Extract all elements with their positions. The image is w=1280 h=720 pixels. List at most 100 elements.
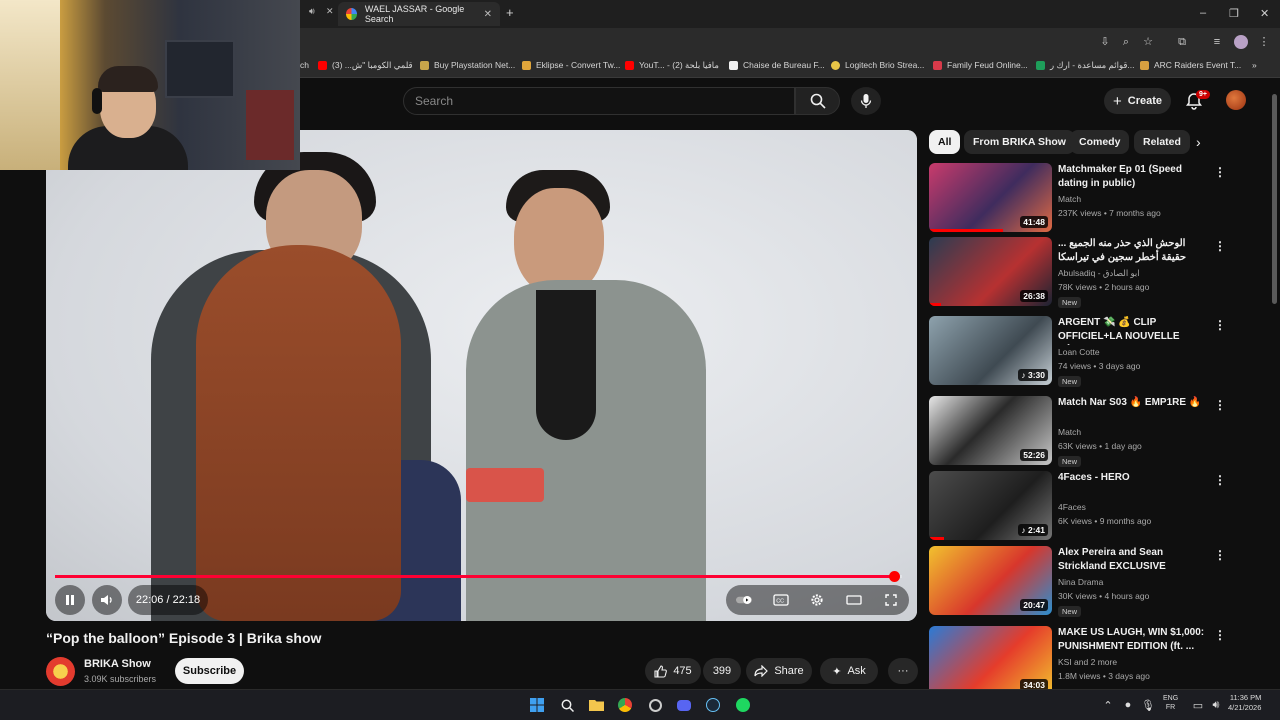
recommendation-channel[interactable]: 4Faces bbox=[1058, 502, 1086, 512]
bookmark[interactable]: Buy Playstation Net... bbox=[420, 60, 515, 70]
scrollbar[interactable] bbox=[1272, 94, 1277, 304]
network-icon[interactable]: ▭ bbox=[1190, 697, 1206, 713]
like-button[interactable]: 475 bbox=[645, 658, 701, 684]
settings-gear-icon[interactable] bbox=[809, 593, 825, 607]
clock[interactable]: 11:36 PM 4/21/2026 bbox=[1228, 693, 1261, 713]
theater-mode-icon[interactable] bbox=[846, 593, 862, 607]
spotify-icon[interactable] bbox=[735, 697, 751, 713]
more-vert-icon[interactable]: ⋮ bbox=[1214, 473, 1226, 487]
video-thumbnail[interactable]: 34:03 bbox=[929, 626, 1052, 695]
share-button[interactable]: Share bbox=[746, 658, 812, 684]
recommendation-title[interactable]: Alex Pereira and Sean Strickland EXCLUSI… bbox=[1058, 546, 1208, 575]
chip-all[interactable]: All bbox=[929, 130, 961, 154]
video-thumbnail[interactable]: 26:38 bbox=[929, 237, 1052, 306]
file-explorer-icon[interactable] bbox=[588, 697, 604, 713]
recommendation-card[interactable]: 20:47 Alex Pereira and Sean Strickland EX… bbox=[929, 546, 1269, 618]
minimize-button[interactable]: – bbox=[1200, 7, 1206, 19]
recommendation-card[interactable]: ♪ 3:30 ARGENT 💸 💰 CLIP OFFICIEL+LA NOUVEL… bbox=[929, 316, 1269, 388]
bookmark[interactable]: Chaise de Bureau F... bbox=[729, 60, 825, 70]
tab-close-icon[interactable]: ✕ bbox=[484, 9, 492, 20]
captions-icon[interactable]: CC bbox=[773, 593, 789, 607]
taskbar-search-icon[interactable] bbox=[559, 697, 575, 713]
more-actions-button[interactable]: ··· bbox=[888, 658, 918, 684]
bookmarks-overflow-button[interactable]: » bbox=[1252, 60, 1257, 70]
seek-bar[interactable] bbox=[55, 571, 902, 582]
bookmark[interactable]: ch bbox=[300, 60, 309, 70]
bookmark[interactable]: ARC Raiders Event T... bbox=[1140, 60, 1241, 70]
chip-from-channel[interactable]: From BRIKA Show bbox=[964, 130, 1075, 154]
extensions-icon[interactable]: ⧉ bbox=[1176, 36, 1188, 48]
recommendation-card[interactable]: 26:38 الوحش الذي حذر منه الجميع ... حقيقة… bbox=[929, 237, 1269, 309]
bookmark[interactable]: قلمي الكومبا "ش... (3) bbox=[318, 60, 413, 71]
install-icon[interactable]: ⇩ bbox=[1099, 36, 1111, 48]
recommendation-channel[interactable]: Match bbox=[1058, 427, 1081, 437]
bookmark[interactable]: قوائم مساعدة - ارك ر... bbox=[1036, 60, 1135, 71]
recommendation-card[interactable]: 41:48 Matchmaker Ep 01 (Speed dating in p… bbox=[929, 163, 1269, 235]
new-tab-button[interactable]: + bbox=[506, 5, 514, 20]
account-avatar[interactable] bbox=[1226, 90, 1246, 110]
zoom-icon[interactable]: ⌕ bbox=[1120, 36, 1132, 48]
ask-button[interactable]: ✦ Ask bbox=[820, 658, 878, 684]
more-vert-icon[interactable]: ⋮ bbox=[1214, 548, 1226, 562]
recommendation-channel[interactable]: Abulsadiq - ابو الصادق bbox=[1058, 268, 1140, 279]
pause-button[interactable] bbox=[55, 585, 85, 615]
video-thumbnail[interactable]: 52:26 bbox=[929, 396, 1052, 465]
more-vert-icon[interactable]: ⋮ bbox=[1214, 318, 1226, 332]
app-icon[interactable] bbox=[647, 697, 663, 713]
chevron-right-icon[interactable]: › bbox=[1196, 134, 1201, 150]
tray-app-icon[interactable]: ● bbox=[1120, 697, 1136, 713]
volume-tray-icon[interactable]: 🔊︎ bbox=[1208, 697, 1224, 713]
more-vert-icon[interactable]: ⋮ bbox=[1214, 239, 1226, 253]
recommendation-card[interactable]: 34:03 MAKE US LAUGH, WIN $1,000: PUNISHME… bbox=[929, 626, 1269, 698]
chrome-icon[interactable] bbox=[617, 697, 633, 713]
search-button[interactable] bbox=[795, 87, 840, 115]
fullscreen-icon[interactable] bbox=[883, 593, 899, 607]
video-player[interactable]: 22:06 / 22:18 CC bbox=[46, 130, 917, 621]
seek-handle[interactable] bbox=[888, 571, 900, 582]
video-thumbnail[interactable]: 20:47 bbox=[929, 546, 1052, 615]
tab-close-icon[interactable]: ✕ bbox=[326, 6, 334, 17]
recommendation-channel[interactable]: KSI and 2 more bbox=[1058, 657, 1117, 667]
profile-avatar[interactable] bbox=[1234, 35, 1248, 49]
bookmark[interactable]: Eklipse - Convert Tw... bbox=[522, 60, 620, 70]
recommendation-channel[interactable]: Nina Drama bbox=[1058, 577, 1103, 587]
channel-avatar[interactable] bbox=[46, 657, 75, 686]
tray-mic-icon[interactable]: 🎙︎ bbox=[1140, 697, 1156, 713]
dislike-button[interactable]: 399 bbox=[703, 658, 741, 684]
recommendation-title[interactable]: Matchmaker Ep 01 (Speed dating in public… bbox=[1058, 163, 1208, 191]
more-vert-icon[interactable]: ⋮ bbox=[1214, 165, 1226, 179]
search-input[interactable]: Search bbox=[403, 87, 795, 115]
recommendation-title[interactable]: Match Nar S03 🔥 EMP1RE 🔥 bbox=[1058, 396, 1208, 410]
bookmark[interactable]: YouT... - مافيا بلحة (2) bbox=[625, 60, 719, 71]
chrome-menu-icon[interactable]: ⋮ bbox=[1258, 36, 1270, 48]
language-indicator[interactable]: ENG FR bbox=[1163, 694, 1178, 712]
more-vert-icon[interactable]: ⋮ bbox=[1214, 398, 1226, 412]
close-window-button[interactable]: ✕ bbox=[1260, 7, 1269, 20]
restore-button[interactable]: ❐ bbox=[1229, 7, 1239, 20]
recommendation-title[interactable]: 4Faces - HERO bbox=[1058, 471, 1208, 485]
chip-comedy[interactable]: Comedy bbox=[1070, 130, 1130, 154]
video-thumbnail[interactable]: ♪ 3:30 bbox=[929, 316, 1052, 385]
voice-search-button[interactable] bbox=[851, 87, 881, 115]
browser-tab-active[interactable]: WAEL JASSAR - Google Search ✕ bbox=[338, 2, 500, 26]
video-thumbnail[interactable]: 41:48 bbox=[929, 163, 1052, 232]
subscribe-button[interactable]: Subscribe bbox=[175, 658, 244, 684]
steam-icon[interactable] bbox=[705, 697, 721, 713]
recommendation-title[interactable]: الوحش الذي حذر منه الجميع ... حقيقة أخطر… bbox=[1058, 237, 1208, 266]
create-button[interactable]: + Create bbox=[1104, 88, 1171, 114]
bookmark-star-icon[interactable]: ☆ bbox=[1142, 36, 1154, 48]
bookmark[interactable]: Logitech Brio Strea... bbox=[831, 60, 924, 70]
volume-button[interactable] bbox=[92, 585, 122, 615]
channel-name[interactable]: BRIKA Show bbox=[84, 658, 151, 670]
video-thumbnail[interactable]: ♪ 2:41 bbox=[929, 471, 1052, 540]
more-vert-icon[interactable]: ⋮ bbox=[1214, 628, 1226, 642]
recommendation-card[interactable]: 52:26 Match Nar S03 🔥 EMP1RE 🔥 Match 63K vi… bbox=[929, 396, 1269, 468]
autoplay-toggle-icon[interactable] bbox=[736, 593, 753, 607]
discord-icon[interactable] bbox=[676, 697, 692, 713]
recommendation-title[interactable]: MAKE US LAUGH, WIN $1,000: PUNISHMENT ED… bbox=[1058, 626, 1208, 654]
bookmark[interactable]: Family Feud Online... bbox=[933, 60, 1028, 70]
windows-start-icon[interactable] bbox=[529, 697, 545, 713]
recommendation-channel[interactable]: Loan Cotte bbox=[1058, 347, 1100, 357]
tray-overflow-icon[interactable]: ⌃ bbox=[1100, 697, 1116, 713]
recommendation-channel[interactable]: Match bbox=[1058, 194, 1081, 204]
